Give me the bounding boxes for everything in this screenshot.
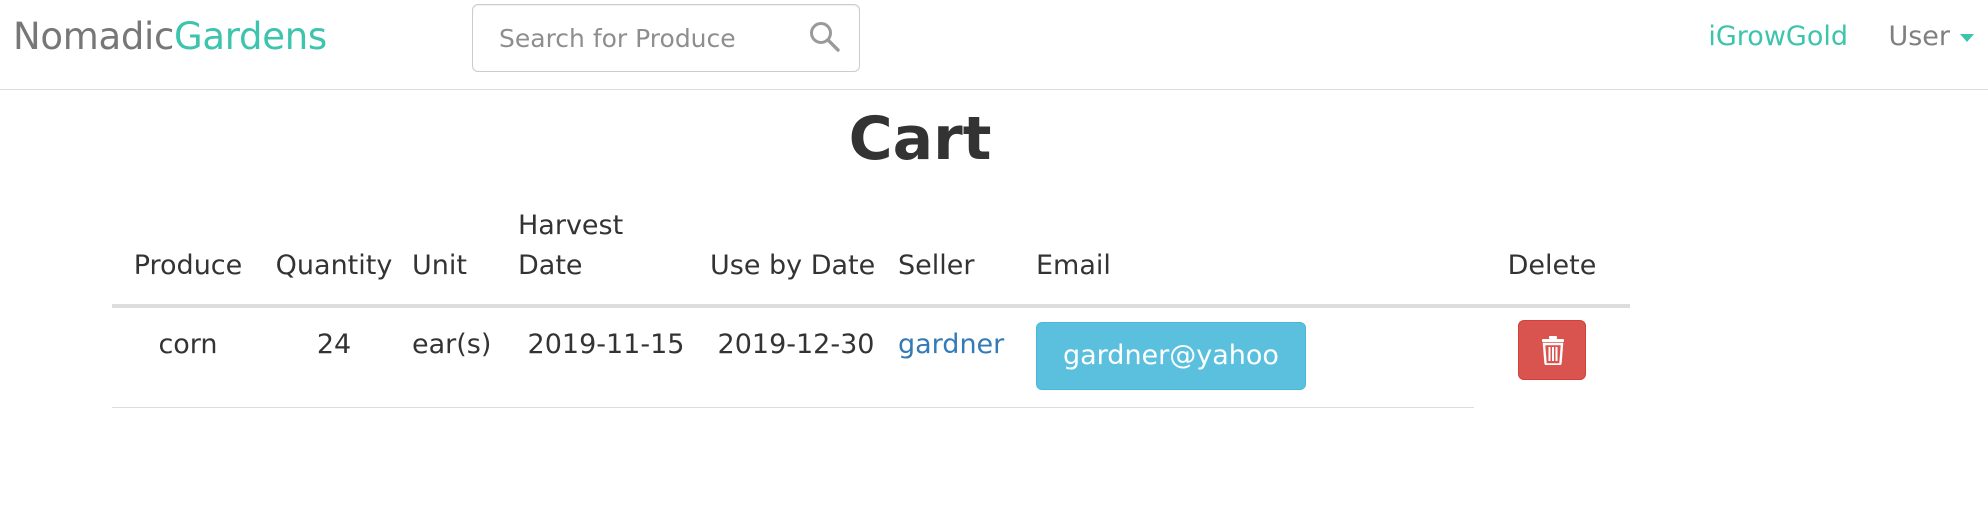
- user-dropdown-label: User: [1888, 21, 1950, 52]
- user-dropdown[interactable]: User: [1888, 18, 1974, 56]
- header-quantity: Quantity: [264, 206, 404, 308]
- header-email: Email: [1028, 206, 1474, 308]
- page-title: Cart: [848, 104, 992, 174]
- header-use-by-date: Use by Date: [702, 206, 890, 308]
- email-seller-button[interactable]: gardner@yahoo: [1036, 322, 1306, 390]
- cell-unit: ear(s): [404, 306, 510, 408]
- cart-table-body: corn 24 ear(s) 2019-11-15 2019-12-30 gar…: [112, 306, 1728, 408]
- brand-logo[interactable]: NomadicGardens: [13, 13, 327, 61]
- header-row: Produce Quantity Unit Harvest Date Use b…: [112, 206, 1728, 308]
- header-delete: Delete: [1474, 206, 1630, 308]
- header-spacer: [1630, 206, 1728, 306]
- header-seller: Seller: [890, 206, 1028, 308]
- cell-spacer: [1630, 306, 1728, 407]
- username-link[interactable]: iGrowGold: [1708, 18, 1848, 56]
- cell-delete: [1474, 306, 1630, 407]
- search-input[interactable]: [475, 7, 795, 69]
- header-harvest-date: Harvest Date: [510, 206, 702, 308]
- caret-down-icon: [1960, 34, 1974, 42]
- cell-quantity: 24: [264, 306, 404, 408]
- table-row: corn 24 ear(s) 2019-11-15 2019-12-30 gar…: [112, 306, 1728, 408]
- header-unit: Unit: [404, 206, 510, 308]
- cart-table-header: Produce Quantity Unit Harvest Date Use b…: [112, 206, 1728, 308]
- brand-name-part1: Nomadic: [13, 15, 175, 58]
- navbar: NomadicGardens iGrowGold User: [0, 0, 1988, 90]
- brand-name-part2: Gardens: [174, 15, 327, 58]
- header-produce: Produce: [112, 206, 264, 308]
- cell-email: gardner@yahoo: [1028, 306, 1474, 408]
- trash-icon: [1542, 336, 1564, 365]
- cell-harvest-date: 2019-11-15: [510, 306, 702, 408]
- cell-produce: corn: [112, 306, 264, 408]
- delete-button[interactable]: [1518, 320, 1586, 380]
- cart-table: Produce Quantity Unit Harvest Date Use b…: [112, 206, 1728, 408]
- search-icon[interactable]: [808, 20, 842, 54]
- search-box: [472, 4, 860, 72]
- cell-seller: gardner: [890, 306, 1028, 408]
- seller-link[interactable]: gardner: [898, 329, 1004, 360]
- cell-use-by-date: 2019-12-30: [702, 306, 890, 408]
